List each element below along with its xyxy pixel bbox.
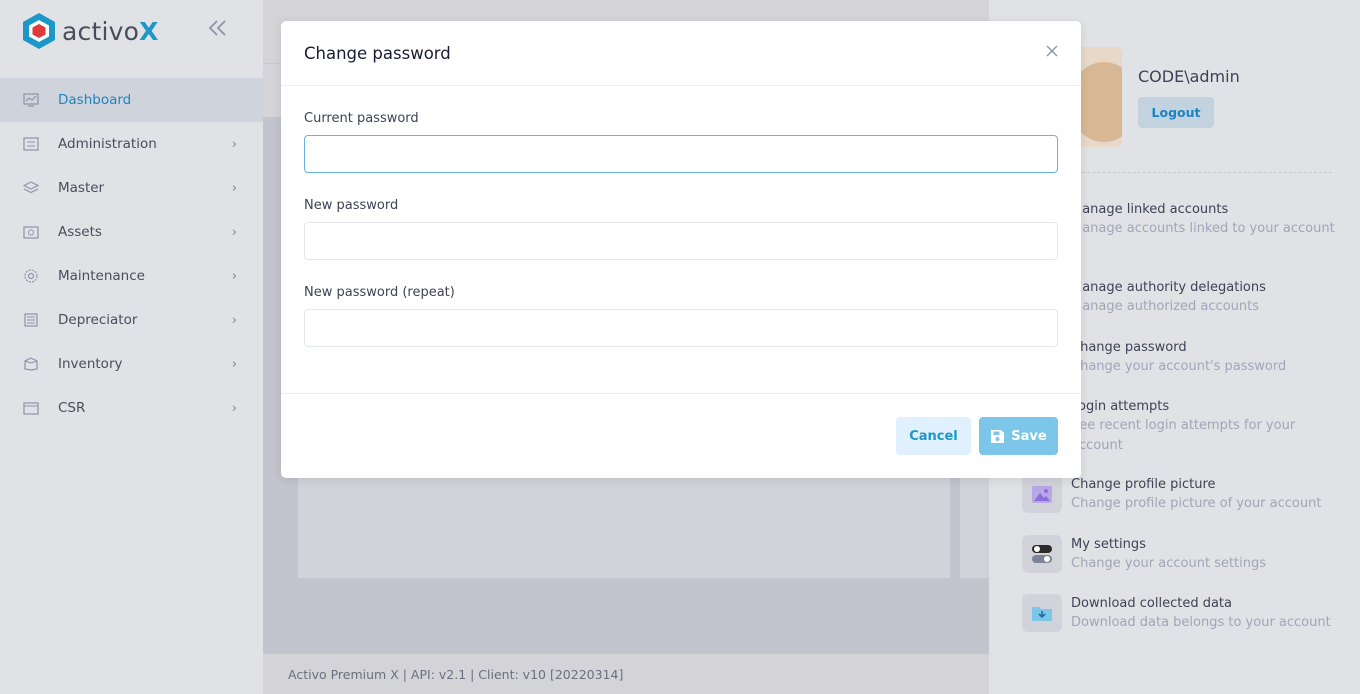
chevron-right-icon: ›	[231, 400, 237, 416]
sidebar-item-assets[interactable]: Assets ›	[0, 210, 263, 254]
action-desc: Manage authorized accounts	[1071, 299, 1259, 314]
current-password-field[interactable]	[304, 135, 1058, 173]
sidebar-item-label: Administration	[58, 136, 157, 152]
sidebar-item-csr[interactable]: CSR ›	[0, 386, 263, 430]
action-title: Login attempts	[1071, 399, 1170, 414]
sidebar-item-inventory[interactable]: Inventory ›	[0, 342, 263, 386]
logo-hexagon-icon	[23, 13, 55, 49]
chevron-right-icon: ›	[231, 136, 237, 152]
sidebar-menu: Dashboard Administration › Master › Asse…	[0, 78, 263, 430]
new-password-label: New password	[304, 198, 399, 213]
sidebar-item-label: Master	[58, 180, 105, 196]
sidebar-item-label: Dashboard	[58, 92, 132, 108]
action-desc: Manage accounts linked to your account	[1071, 221, 1335, 236]
new-password-repeat-label: New password (repeat)	[304, 285, 455, 300]
action-title: Change password	[1071, 340, 1187, 355]
footer-version-text: Activo Premium X | API: v2.1 | Client: v…	[288, 666, 624, 682]
action-title: Change profile picture	[1071, 477, 1216, 492]
save-icon	[990, 429, 1005, 444]
image-icon	[1022, 475, 1062, 513]
sidebar-item-maintenance[interactable]: Maintenance ›	[0, 254, 263, 298]
box-icon	[22, 356, 40, 372]
save-button-label: Save	[1011, 428, 1047, 444]
action-title: Download collected data	[1071, 596, 1232, 611]
chevron-right-icon: ›	[231, 356, 237, 372]
sidebar-item-depreciator[interactable]: Depreciator ›	[0, 298, 263, 342]
administration-icon	[22, 136, 40, 152]
username: CODE\admin	[1138, 67, 1240, 86]
action-desc: Change profile picture of your account	[1071, 496, 1322, 511]
action-desc: Download data belongs to your account	[1071, 615, 1331, 630]
action-title: My settings	[1071, 537, 1146, 552]
sidebar-item-label: CSR	[58, 400, 86, 416]
current-password-label: Current password	[304, 111, 419, 126]
logout-button[interactable]: Logout	[1138, 97, 1214, 128]
action-title: Manage linked accounts	[1071, 202, 1229, 217]
gear-icon	[22, 268, 40, 284]
new-password-repeat-field[interactable]	[304, 309, 1058, 347]
save-button[interactable]: Save	[979, 417, 1058, 455]
chevron-right-icon: ›	[231, 224, 237, 240]
action-desc: Change your account's password	[1071, 359, 1287, 374]
sidebar-item-label: Inventory	[58, 356, 123, 372]
action-desc: See recent login attempts for your accou…	[1071, 418, 1296, 453]
sidebar: activoX Dashboard Administration › Maste…	[0, 0, 263, 694]
action-download-collected-data[interactable]: Download collected data Download data be…	[1022, 594, 1331, 633]
modal-title: Change password	[304, 43, 451, 63]
chevron-right-icon: ›	[231, 268, 237, 284]
dashboard-card	[960, 470, 990, 578]
action-desc: Change your account settings	[1071, 556, 1267, 571]
new-password-field[interactable]	[304, 222, 1058, 260]
close-icon[interactable]	[1045, 43, 1059, 57]
sidebar-item-master[interactable]: Master ›	[0, 166, 263, 210]
action-change-profile-picture[interactable]: Change profile picture Change profile pi…	[1022, 475, 1321, 514]
sidebar-item-label: Depreciator	[58, 312, 138, 328]
folder-icon	[22, 400, 40, 416]
footer: Activo Premium X | API: v2.1 | Client: v…	[263, 654, 989, 694]
sidebar-item-label: Maintenance	[58, 268, 145, 284]
modal-footer: Cancel Save	[281, 393, 1081, 478]
dashboard-card	[298, 470, 950, 578]
change-password-modal: Change password Current password New pas…	[281, 21, 1081, 478]
sidebar-item-label: Assets	[58, 224, 102, 240]
action-my-settings[interactable]: My settings Change your account settings	[1022, 535, 1266, 574]
chevron-right-icon: ›	[231, 180, 237, 196]
toggle-icon	[1022, 535, 1062, 573]
cancel-button[interactable]: Cancel	[896, 417, 971, 455]
sidebar-item-administration[interactable]: Administration ›	[0, 122, 263, 166]
layers-icon	[22, 180, 40, 196]
assets-icon	[22, 224, 40, 240]
sidebar-item-dashboard[interactable]: Dashboard	[0, 78, 263, 122]
double-chevron-left-icon[interactable]	[208, 18, 228, 43]
calculator-icon	[22, 312, 40, 328]
modal-header: Change password	[281, 21, 1081, 86]
action-title: Manage authority delegations	[1071, 280, 1266, 295]
chevron-right-icon: ›	[231, 312, 237, 328]
app-logo[interactable]: activoX	[22, 12, 159, 50]
download-folder-icon	[1022, 594, 1062, 632]
dashboard-icon	[22, 92, 40, 108]
logo-text: activoX	[62, 16, 159, 46]
